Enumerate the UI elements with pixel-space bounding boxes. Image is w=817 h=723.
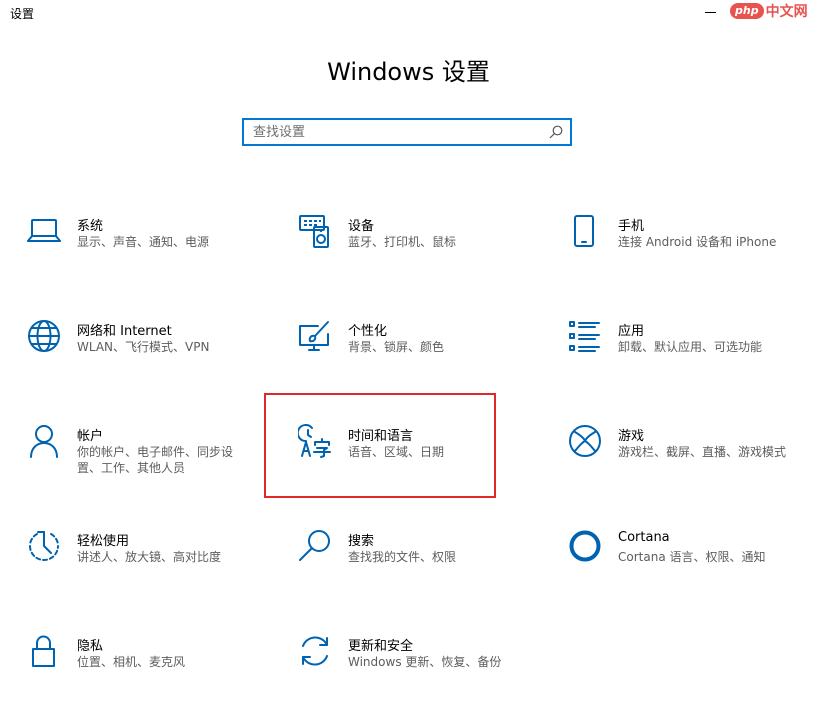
tile-gaming[interactable]: 游戏 游戏栏、截屏、直播、游戏模式 [568, 424, 798, 494]
personalization-icon [298, 319, 332, 355]
tile-system[interactable]: 系统 显示、声音、通知、电源 [27, 214, 257, 284]
tile-name: 应用 [618, 324, 645, 339]
minimize-icon [705, 12, 716, 13]
watermark-logo: php 中文网 [730, 0, 808, 22]
search-box[interactable] [242, 118, 572, 146]
search-input[interactable] [244, 122, 546, 142]
tile-name: 更新和安全 [348, 639, 414, 654]
tile-name: Cortana [618, 530, 670, 545]
tile-phone[interactable]: 手机 连接 Android 设备和 iPhone [568, 214, 798, 284]
tile-description: WLAN、飞行模式、VPN [77, 340, 210, 354]
tile-name: 游戏 [618, 429, 645, 444]
tile-network[interactable]: 网络和 Internet WLAN、飞行模式、VPN [27, 319, 257, 389]
tile-description: 位置、相机、麦克风 [77, 655, 186, 669]
tile-description: 卸载、默认应用、可选功能 [618, 340, 763, 354]
apps-list-icon [568, 319, 602, 355]
tile-name: 网络和 Internet [77, 324, 172, 339]
laptop-icon [27, 214, 61, 250]
update-icon [298, 634, 332, 670]
tile-ease-of-access[interactable]: 轻松使用 讲述人、放大镜、高对比度 [27, 529, 257, 599]
globe-icon [27, 319, 61, 355]
tile-description: Cortana 语言、权限、通知 [618, 550, 766, 564]
search-icon[interactable] [546, 122, 566, 142]
tile-description: 查找我的文件、权限 [348, 550, 457, 564]
search-icon [298, 529, 332, 565]
page-title: Windows 设置 [327, 58, 490, 86]
watermark-text: 中文网 [765, 4, 808, 20]
settings-window: 设置 php 中文网 Windows 设置 系统 显示、声音、通知、电 [0, 0, 817, 723]
tile-name: 个性化 [348, 324, 388, 339]
devices-icon [298, 214, 332, 250]
tile-description: 显示、声音、通知、电源 [77, 235, 210, 249]
tile-description: 蓝牙、打印机、鼠标 [348, 235, 457, 249]
tile-devices[interactable]: 设备 蓝牙、打印机、鼠标 [298, 214, 528, 284]
tile-description: 游戏栏、截屏、直播、游戏模式 [618, 445, 787, 459]
title-bar: 设置 php 中文网 [0, 0, 817, 28]
tile-name: 隐私 [77, 639, 104, 654]
tile-description: 讲述人、放大镜、高对比度 [77, 550, 222, 564]
phone-icon [568, 214, 602, 250]
lock-icon [27, 634, 61, 670]
tile-search[interactable]: 搜索 查找我的文件、权限 [298, 529, 528, 599]
tile-name: 帐户 [77, 429, 104, 444]
tile-description: 你的帐户、电子邮件、同步设置、工作、其他人员 [77, 445, 234, 475]
tile-cortana[interactable]: Cortana Cortana 语言、权限、通知 [568, 529, 798, 599]
ease-of-access-icon [27, 529, 61, 565]
tile-description: 背景、锁屏、颜色 [348, 340, 445, 354]
tile-name: 系统 [77, 219, 104, 234]
tile-name: 手机 [618, 219, 645, 234]
person-icon [27, 424, 61, 460]
tile-personalization[interactable]: 个性化 背景、锁屏、颜色 [298, 319, 528, 389]
watermark-badge: php [730, 3, 764, 19]
xbox-icon [568, 424, 602, 460]
tile-accounts[interactable]: 帐户 你的帐户、电子邮件、同步设置、工作、其他人员 [27, 424, 257, 494]
tile-name: 设备 [348, 219, 375, 234]
window-title: 设置 [10, 7, 35, 21]
tile-description: Windows 更新、恢复、备份 [348, 655, 502, 669]
tile-update-security[interactable]: 更新和安全 Windows 更新、恢复、备份 [298, 634, 528, 704]
tile-name: 搜索 [348, 534, 375, 549]
highlight-frame [264, 393, 496, 498]
cortana-icon [568, 529, 602, 565]
tile-privacy[interactable]: 隐私 位置、相机、麦克风 [27, 634, 257, 704]
minimize-button[interactable] [696, 0, 726, 24]
tile-description: 连接 Android 设备和 iPhone [618, 235, 777, 249]
tile-name: 轻松使用 [77, 534, 130, 549]
tile-apps[interactable]: 应用 卸载、默认应用、可选功能 [568, 319, 798, 389]
